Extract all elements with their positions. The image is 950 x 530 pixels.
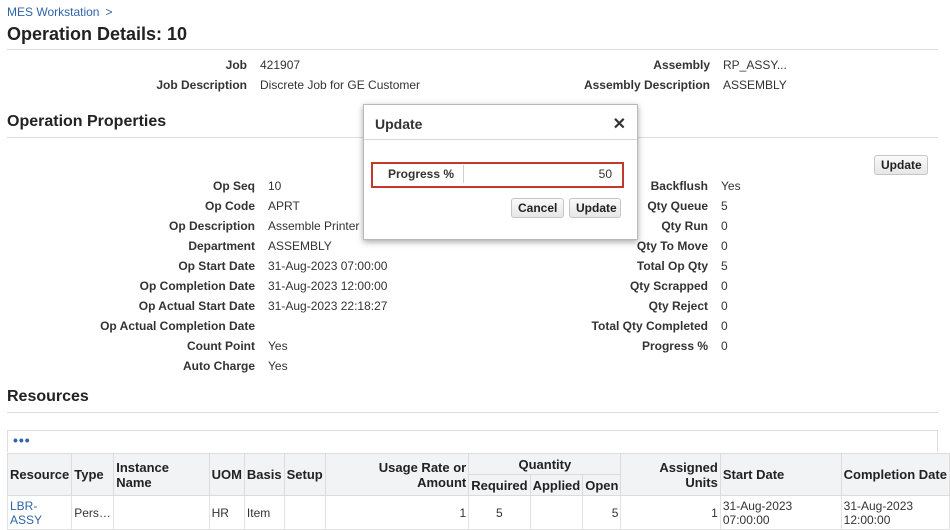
backflush-label: Backflush [650, 179, 708, 193]
close-icon[interactable]: ✕ [613, 114, 626, 134]
dialog-update-button[interactable]: Update [569, 198, 621, 218]
cell-basis: Item [243, 495, 285, 530]
operation-properties-title: Operation Properties [7, 113, 167, 130]
col-instance-name[interactable]: Instance Name [113, 453, 210, 496]
qty-reject-value: 0 [721, 299, 728, 313]
op-actual-start-date-value: 31-Aug-2023 22:18:27 [268, 299, 388, 313]
progress-percent-label: Progress % [641, 339, 708, 353]
op-description-label: Op Description [168, 219, 255, 233]
op-start-date-value: 31-Aug-2023 07:00:00 [268, 259, 388, 273]
qty-queue-label: Qty Queue [647, 199, 708, 213]
job-description-value: Discrete Job for GE Customer [260, 78, 421, 92]
col-usage-rate[interactable]: Usage Rate or Amount [324, 453, 470, 496]
col-completion-date[interactable]: Completion Date [840, 453, 950, 496]
col-type[interactable]: Type [71, 453, 115, 496]
cell-start-date: 31-Aug-2023 07:00:00 [719, 495, 842, 530]
cell-completion-date: 31-Aug-2023 12:00:00 [840, 495, 950, 530]
department-label: Department [188, 239, 255, 253]
resources-divider [7, 412, 938, 413]
cell-type: Pers… [71, 495, 115, 530]
cell-required: 5 [468, 495, 531, 530]
resources-toolbar: ••• [7, 430, 938, 452]
progress-field-highlight: Progress % [371, 162, 624, 188]
total-qty-completed-label: Total Qty Completed [591, 319, 708, 333]
progress-input[interactable] [463, 165, 616, 183]
op-seq-label: Op Seq [212, 179, 255, 193]
total-op-qty-label: Total Op Qty [636, 259, 708, 273]
cancel-button[interactable]: Cancel [511, 198, 564, 218]
job-value: 421907 [260, 58, 301, 72]
col-resource[interactable]: Resource [6, 453, 73, 496]
col-start-date[interactable]: Start Date [719, 453, 842, 496]
assembly-description-label: Assembly Description [583, 78, 710, 92]
backflush-value: Yes [721, 179, 741, 193]
col-uom[interactable]: UOM [208, 453, 245, 496]
dialog-header: Update ✕ [364, 105, 637, 140]
job-label: Job [225, 58, 247, 72]
cell-applied [529, 495, 584, 530]
total-qty-completed-value: 0 [721, 319, 728, 333]
op-completion-date-label: Op Completion Date [139, 279, 255, 293]
auto-charge-value: Yes [268, 359, 288, 373]
title-divider [7, 49, 938, 50]
qty-reject-label: Qty Reject [648, 299, 708, 313]
resource-link[interactable]: LBR-ASSY [10, 499, 42, 527]
assembly-description-value: ASSEMBLY [723, 78, 787, 92]
op-code-value: APRT [268, 199, 300, 213]
page-title: Operation Details: 10 [7, 24, 188, 44]
assembly-value: RP_ASSY... [723, 58, 787, 72]
total-op-qty-value: 5 [721, 259, 728, 273]
department-value: ASSEMBLY [268, 239, 332, 253]
op-actual-start-date-label: Op Actual Start Date [138, 299, 255, 313]
breadcrumb: MES Workstation > [7, 5, 113, 19]
op-start-date-label: Op Start Date [178, 259, 255, 273]
table-row: LBR-ASSY Pers… HR Item 1 5 5 1 31-Aug-20… [6, 495, 950, 530]
dialog-progress-label: Progress % [388, 167, 455, 181]
qty-to-move-label: Qty To Move [636, 239, 708, 253]
more-actions-icon[interactable]: ••• [13, 432, 31, 448]
col-group-quantity: Quantity [468, 453, 622, 475]
resources-title: Resources [7, 388, 89, 405]
progress-percent-value: 0 [721, 339, 728, 353]
qty-run-label: Qty Run [661, 219, 708, 233]
resources-table: Resource Type Instance Name UOM Basis Se… [6, 453, 950, 530]
qty-queue-value: 5 [721, 199, 728, 213]
dialog-title: Update [375, 116, 423, 132]
col-open[interactable]: Open [582, 474, 622, 496]
cell-instance-name [113, 495, 210, 530]
qty-to-move-value: 0 [721, 239, 728, 253]
col-assigned-units[interactable]: Assigned Units [620, 453, 721, 496]
op-code-label: Op Code [205, 199, 255, 213]
qty-run-value: 0 [721, 219, 728, 233]
qty-scrapped-value: 0 [721, 279, 728, 293]
breadcrumb-separator: > [105, 5, 113, 19]
update-dialog: Update ✕ Progress % Cancel Update [363, 104, 638, 240]
assembly-label: Assembly [653, 58, 710, 72]
auto-charge-label: Auto Charge [183, 359, 255, 373]
col-applied[interactable]: Applied [529, 474, 584, 496]
col-setup[interactable]: Setup [283, 453, 326, 496]
op-completion-date-value: 31-Aug-2023 12:00:00 [268, 279, 388, 293]
cell-uom: HR [208, 495, 245, 530]
breadcrumb-link-mes-workstation[interactable]: MES Workstation [7, 5, 99, 19]
cell-usage-rate: 1 [324, 495, 470, 530]
op-seq-value: 10 [268, 179, 282, 193]
cell-open: 5 [582, 495, 622, 530]
cell-assigned-units: 1 [620, 495, 721, 530]
count-point-value: Yes [268, 339, 288, 353]
col-required[interactable]: Required [468, 474, 531, 496]
col-basis[interactable]: Basis [243, 453, 285, 496]
count-point-label: Count Point [187, 339, 255, 353]
op-actual-completion-date-label: Op Actual Completion Date [100, 319, 255, 333]
cell-setup [283, 495, 326, 530]
op-description-value: Assemble Printer [268, 219, 360, 233]
update-properties-button[interactable]: Update [874, 155, 928, 175]
job-description-label: Job Description [156, 78, 247, 92]
qty-scrapped-label: Qty Scrapped [629, 279, 708, 293]
